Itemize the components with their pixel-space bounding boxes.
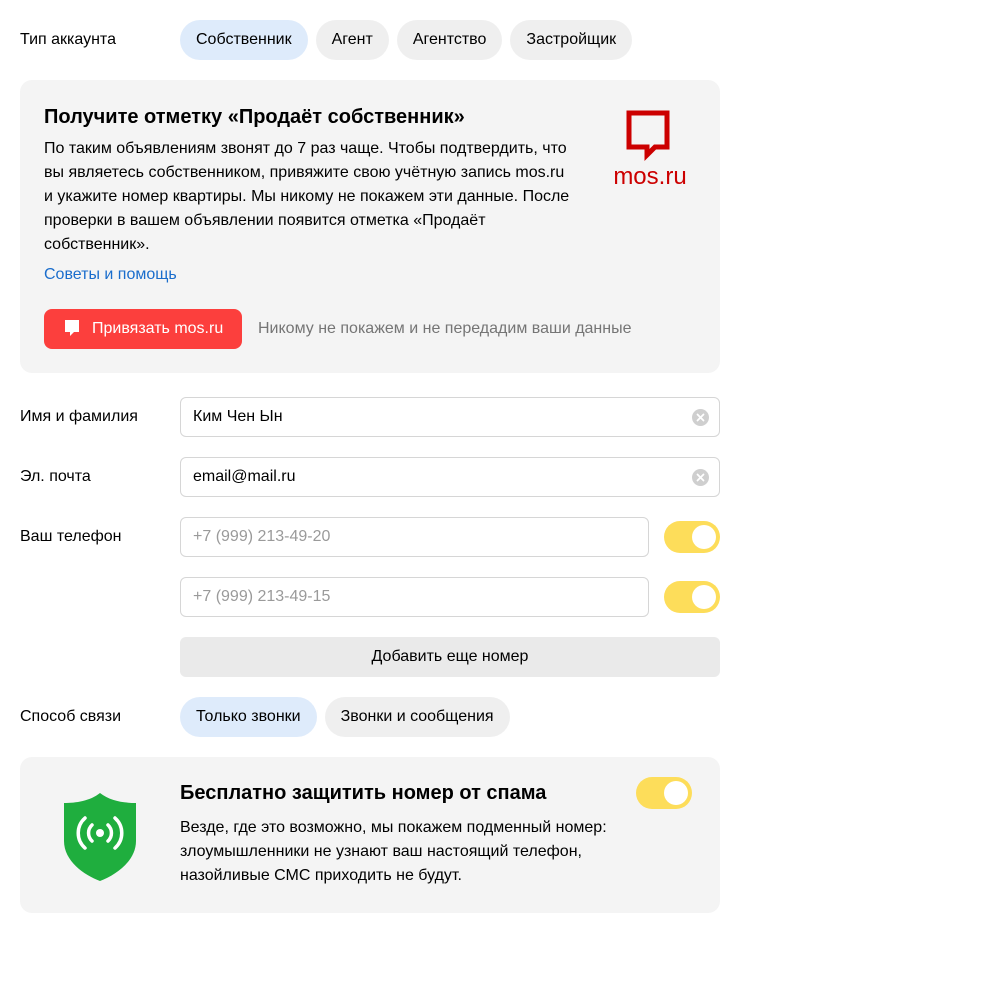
link-mos-ru-button[interactable]: Привязать mos.ru: [44, 309, 242, 349]
clear-name-icon[interactable]: [692, 409, 709, 426]
listing-contacts-form: Тип аккаунта Собственник Агент Агентство…: [0, 0, 1000, 1000]
mos-card-title: Получите отметку «Продаёт собственник»: [44, 106, 465, 128]
phone-field-1: [180, 517, 649, 557]
toggle-knob: [692, 585, 716, 609]
add-phone-button[interactable]: Добавить еще номер: [180, 637, 720, 677]
mos-ru-small-icon: [65, 320, 79, 336]
spam-protection-toggle[interactable]: [636, 777, 692, 809]
mos-ru-logo: mos.ru: [600, 110, 700, 194]
contact-method-label: Способ связи: [20, 708, 122, 725]
mos-ru-logo-icon: [626, 110, 670, 162]
name-label: Имя и фамилия: [20, 408, 138, 425]
contact-calls-and-messages[interactable]: Звонки и сообщения: [324, 697, 510, 737]
account-type-label: Тип аккаунта: [20, 31, 116, 48]
account-type-agency[interactable]: Агентство: [396, 20, 503, 60]
email-field: [180, 457, 720, 497]
mos-ru-logo-text: mos.ru: [613, 163, 687, 190]
spam-card-title: Бесплатно защитить номер от спама: [180, 782, 547, 804]
mos-ru-owner-card: Получите отметку «Продаёт собственник» П…: [20, 80, 720, 373]
account-type-owner[interactable]: Собственник: [180, 20, 308, 60]
name-field: [180, 397, 720, 437]
email-label: Эл. почта: [20, 468, 91, 485]
help-link[interactable]: Советы и помощь: [44, 264, 177, 286]
account-type-developer[interactable]: Застройщик: [510, 20, 633, 60]
phone-1-toggle[interactable]: [664, 521, 720, 553]
phone-field-2: [180, 577, 649, 617]
toggle-knob: [692, 525, 716, 549]
account-type-selector: Собственник Агент Агентство Застройщик: [180, 20, 633, 60]
phone-2-toggle[interactable]: [664, 581, 720, 613]
spam-card-description: Везде, где это возможно, мы покажем подм…: [180, 819, 607, 884]
clear-email-icon[interactable]: [692, 469, 709, 486]
spam-protection-card: Бесплатно защитить номер от спама Везде,…: [20, 757, 720, 913]
mos-card-description: По таким объявлениям звонят до 7 раз чащ…: [44, 140, 570, 253]
contact-calls-only[interactable]: Только звонки: [180, 697, 317, 737]
privacy-note: Никому не покажем и не передадим ваши да…: [258, 320, 632, 337]
phone-input-1[interactable]: [193, 518, 610, 556]
shield-signal-icon: [64, 793, 136, 881]
name-input[interactable]: [193, 398, 681, 436]
contact-method-selector: Только звонки Звонки и сообщения: [180, 697, 510, 737]
link-mos-ru-button-label: Привязать mos.ru: [92, 320, 224, 337]
email-input[interactable]: [193, 458, 681, 496]
phone-label: Ваш телефон: [20, 528, 122, 545]
phone-input-2[interactable]: [193, 578, 610, 616]
toggle-knob: [664, 781, 688, 805]
account-type-agent[interactable]: Агент: [315, 20, 389, 60]
